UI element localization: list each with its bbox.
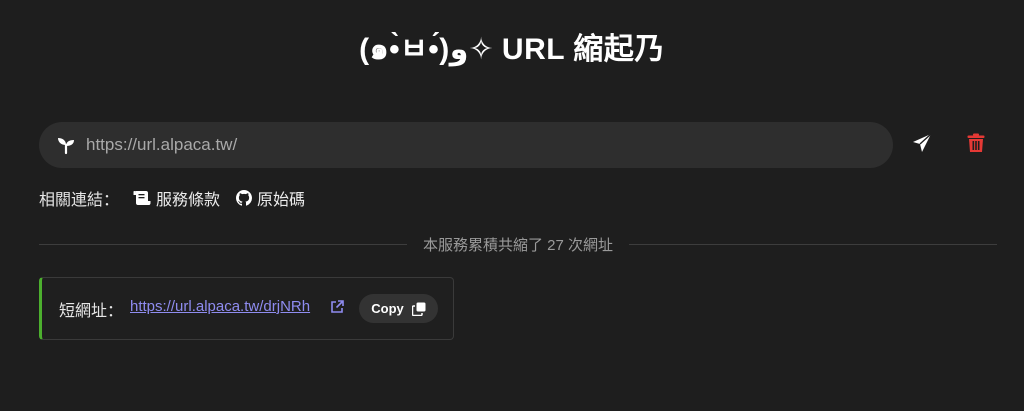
terms-of-service-label: 服務條款 [156,192,221,209]
shorten-button[interactable] [908,129,936,157]
divider-line-right [629,243,997,245]
trash-icon [967,133,985,152]
short-url-link[interactable]: https://url.alpaca.tw/drjNRh [130,298,310,315]
sprout-icon [58,138,74,155]
source-code-link[interactable]: 原始碼 [236,186,305,210]
page-title: (๑•̀ㅂ•́)و✧ URL 縮起乃 [359,33,665,66]
short-url-result: 短網址： https://url.alpaca.tw/drjNRh Copy [39,277,454,340]
related-links: 相關連結： 服務條款 原始碼 [39,186,321,210]
copy-button-label: Copy [371,301,404,316]
copy-button[interactable]: Copy [359,294,438,323]
stats-divider: 本服務累積共縮了 27 次網址 [39,234,997,254]
paper-plane-icon [913,133,932,152]
github-icon [236,190,253,206]
short-url-label: 短網址： [59,303,124,320]
clear-button[interactable] [962,129,990,157]
external-link-icon[interactable] [330,300,344,314]
copy-icon [411,302,426,316]
url-input[interactable] [86,122,876,168]
url-form [39,122,893,168]
scroll-icon [133,191,151,205]
terms-of-service-link[interactable]: 服務條款 [133,186,220,210]
page: (๑•̀ㅂ•́)و✧ URL 縮起乃 相關連結： [0,0,1024,411]
related-links-label: 相關連結： [39,192,120,209]
source-code-label: 原始碼 [257,192,306,209]
divider-line-left [39,243,407,245]
usage-count-text: 本服務累積共縮了 27 次網址 [422,236,614,254]
